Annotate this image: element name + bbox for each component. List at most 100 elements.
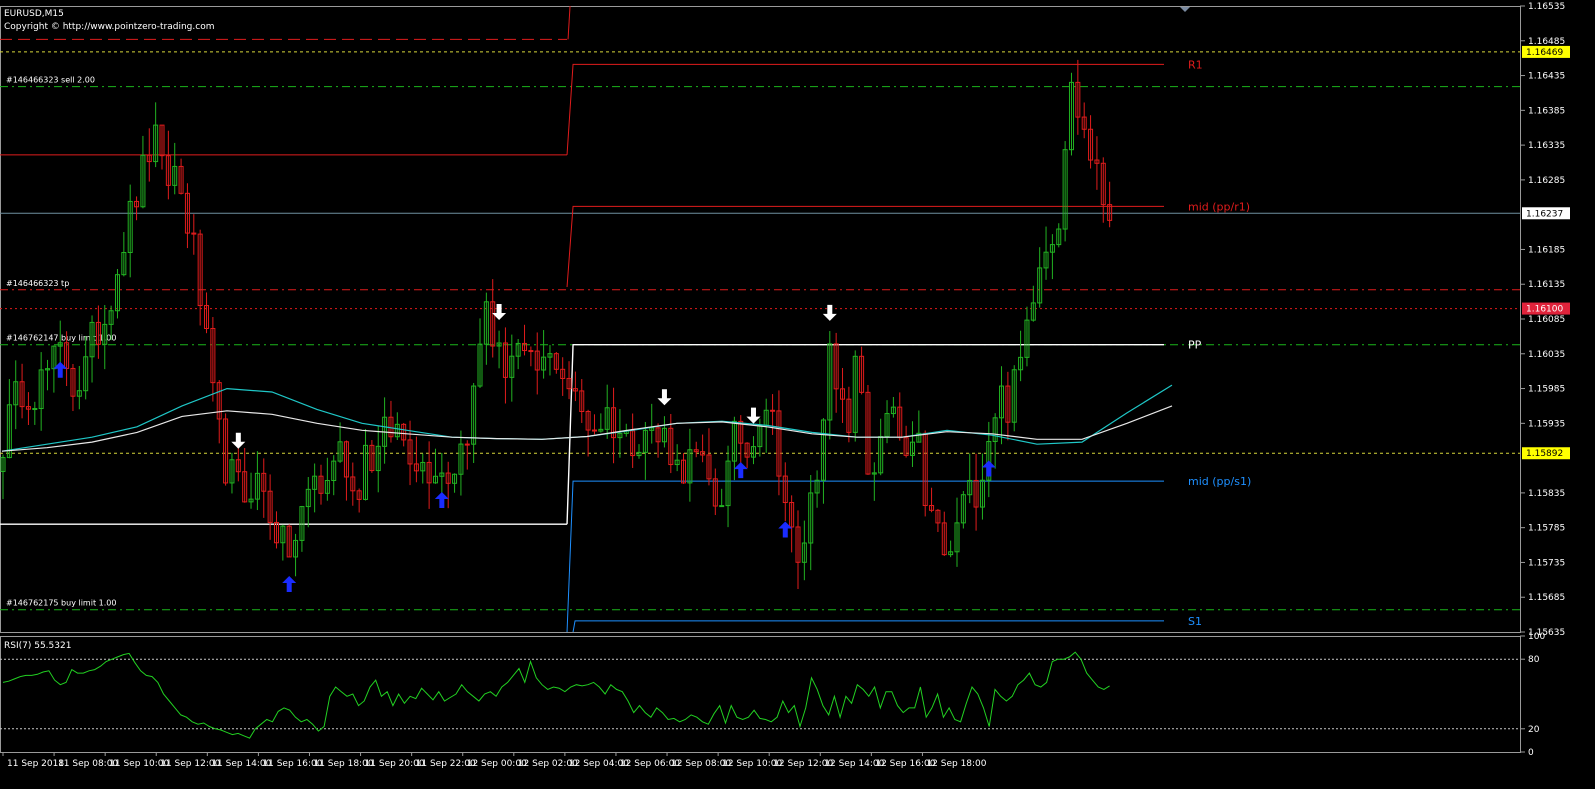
candle <box>598 413 604 433</box>
candle <box>935 509 941 532</box>
candle <box>700 434 706 463</box>
candle <box>611 387 617 464</box>
arrow-up-icon <box>981 460 996 477</box>
candle <box>1024 306 1030 367</box>
order-label: #146466323 tp <box>6 279 69 288</box>
candle <box>560 357 566 396</box>
price-tick-label: 1.15985 <box>1528 385 1565 395</box>
candle-body <box>770 409 776 412</box>
candle <box>223 413 229 486</box>
pivot-label-mid-s1: mid (pp/s1) <box>1188 475 1251 488</box>
candle <box>979 453 985 520</box>
candle <box>19 363 25 419</box>
candle <box>70 364 76 412</box>
candle <box>636 444 642 459</box>
time-label: 11 Sep 2018 <box>7 759 64 769</box>
order-label: #146762175 buy limit 1.00 <box>6 599 116 608</box>
candle <box>655 423 661 458</box>
candle <box>967 453 973 504</box>
candle <box>388 400 394 443</box>
candle <box>0 454 6 500</box>
candle-body <box>528 350 534 353</box>
candle <box>496 330 502 369</box>
candle <box>1107 181 1113 228</box>
candle <box>477 318 483 389</box>
candle <box>909 421 915 467</box>
scroll-marker-icon[interactable] <box>1180 7 1190 12</box>
candle <box>948 540 954 558</box>
candle <box>210 317 216 402</box>
candle <box>426 441 432 509</box>
arrow-up-icon <box>282 575 297 592</box>
arrow-down-icon <box>657 389 672 406</box>
candle <box>153 102 159 168</box>
candle <box>382 397 388 464</box>
candle <box>553 351 559 374</box>
candle <box>452 473 458 493</box>
candle <box>502 327 508 404</box>
candle <box>6 379 12 459</box>
candles <box>0 59 1113 589</box>
order-label: #146466323 sell 2.00 <box>6 76 95 85</box>
candle <box>1094 136 1100 190</box>
candle <box>808 475 814 571</box>
price-badge: 1.16100 <box>1522 302 1570 315</box>
candle <box>1062 141 1068 242</box>
price-tick-label: 1.16435 <box>1528 72 1565 82</box>
candle <box>1068 72 1074 156</box>
candle <box>999 366 1005 445</box>
arrow-down-icon <box>822 304 837 321</box>
price-tick-label: 1.15685 <box>1528 593 1565 603</box>
candle <box>273 511 279 549</box>
candle <box>725 445 731 528</box>
price-badge: 1.15892 <box>1522 447 1570 460</box>
candle <box>744 442 750 469</box>
candle <box>827 331 833 440</box>
candle <box>286 524 292 558</box>
candle <box>445 461 451 509</box>
pivot-label-s1: S1 <box>1188 615 1202 628</box>
arrow-up-icon <box>733 462 748 479</box>
candle <box>13 360 19 430</box>
candle <box>617 409 623 458</box>
candle <box>604 384 610 439</box>
candle <box>846 386 852 443</box>
symbol-title: EURUSD,M15 <box>4 9 64 19</box>
candle <box>140 135 146 209</box>
candle <box>229 452 235 494</box>
candle-body <box>719 505 725 508</box>
candle <box>159 124 165 170</box>
candle <box>750 436 756 465</box>
candle <box>299 505 305 552</box>
candle <box>871 462 877 501</box>
candle <box>776 390 782 496</box>
candle <box>490 279 496 358</box>
candle <box>356 488 362 513</box>
price-tick-label: 1.16185 <box>1528 245 1565 255</box>
candle <box>566 361 572 400</box>
candle <box>267 474 273 540</box>
price-badge-label: 1.16100 <box>1526 305 1563 315</box>
pivot-label-pp: PP <box>1188 339 1202 352</box>
candle <box>127 184 133 278</box>
candle <box>146 128 152 182</box>
rsi-tick-label: 80 <box>1528 655 1540 665</box>
candle <box>184 183 190 249</box>
trading-chart[interactable]: EURUSD,M15 Copyright © http://www.pointze… <box>0 0 1595 789</box>
rsi-pane: RSI(7) 55.5321 100 80 20 0 <box>0 632 1545 758</box>
candle <box>254 451 260 511</box>
candle <box>992 413 998 469</box>
candle <box>350 462 356 506</box>
candle <box>1088 115 1094 169</box>
price-badge-label: 1.16237 <box>1526 209 1563 219</box>
candle <box>280 524 286 561</box>
candle <box>674 444 680 472</box>
candle <box>343 440 349 501</box>
candle <box>865 384 871 475</box>
candle <box>547 344 553 376</box>
candle <box>331 455 337 496</box>
candle <box>731 416 737 481</box>
candle <box>248 472 254 509</box>
candle <box>770 394 776 435</box>
arrow-down-icon <box>492 303 507 320</box>
